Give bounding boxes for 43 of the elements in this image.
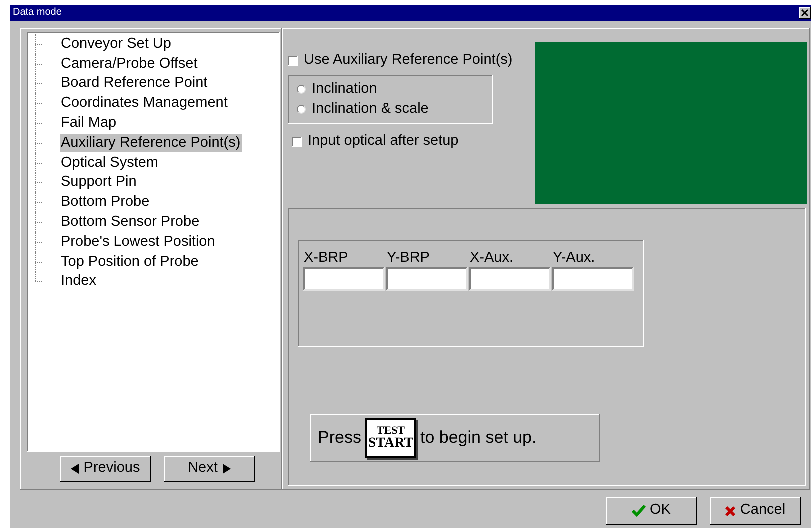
field-label: Y-Aux. [553,250,596,267]
tree-item[interactable]: Conveyor Set Up [60,34,172,53]
checkbox-label: Input optical after setup [308,132,459,152]
checkbox-label: Use Auxiliary Reference Point(s) [304,51,513,70]
tree-item[interactable]: Index [60,272,98,290]
tree-item[interactable]: Probe's Lowest Position [60,232,216,251]
instruction-text: Press [318,427,362,450]
checkbox[interactable] [292,137,302,147]
tree-item[interactable]: Coordinates Management [60,94,229,112]
field-label: Y-BRP [387,250,431,267]
tree-item[interactable]: Top Position of Probe [60,252,200,271]
tree-item[interactable]: Fail Map [60,114,118,132]
tree-item[interactable]: Auxiliary Reference Point(s) [60,134,242,152]
radio-label: Inclination & scale [312,101,429,118]
tree-item[interactable]: Bottom Sensor Probe [60,213,201,232]
cross-icon [725,506,736,516]
previous-button[interactable]: Previous [60,456,151,482]
input-field[interactable] [303,267,385,291]
tree-item[interactable]: Camera/Probe Offset [60,54,199,73]
radio-button[interactable] [297,105,306,114]
window-title: Data mode [13,8,62,18]
next-button[interactable]: Next [164,456,255,482]
field-label: X-BRP [304,250,350,267]
tree-item[interactable]: Board Reference Point [60,74,209,92]
checkbox[interactable] [288,56,298,66]
input-field[interactable] [386,267,468,291]
input-field[interactable] [469,267,551,291]
right-triangle-icon [222,464,231,474]
ok-button[interactable]: OK [606,497,697,525]
field-label: X-Aux. [470,250,515,267]
cancel-button[interactable]: Cancel [710,497,801,525]
close-icon [801,9,809,17]
input-field[interactable] [552,267,634,291]
close-button[interactable] [799,7,811,19]
tree-item[interactable]: Support Pin [60,173,138,192]
key-icon: TEST START [365,418,416,458]
radio-button[interactable] [297,85,306,94]
tree-item[interactable]: Optical System [60,154,160,172]
radio-label: Inclination [312,81,378,98]
tree-item[interactable]: Bottom Probe [60,193,151,212]
instruction-text: to begin set up. [420,427,537,450]
check-icon [632,505,646,517]
left-triangle-icon [70,464,79,474]
